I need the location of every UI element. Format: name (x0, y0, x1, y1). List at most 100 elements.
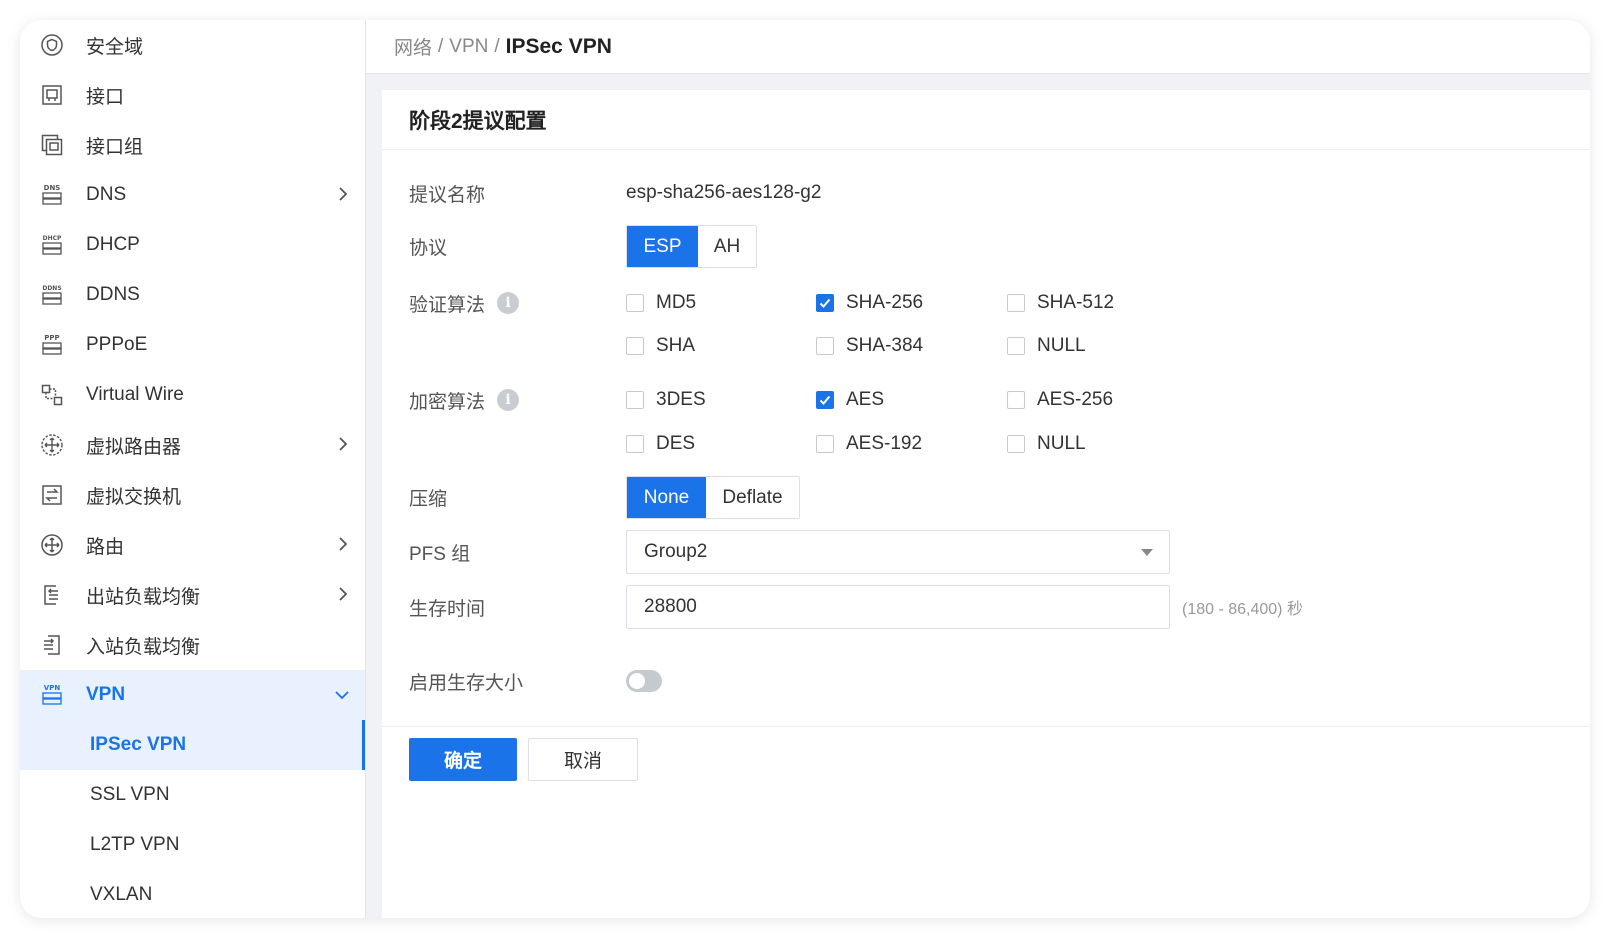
enc-checkbox-null[interactable]: NULL (1007, 433, 1086, 455)
interface-group-icon (40, 133, 64, 157)
protocol-label: 协议 (409, 238, 448, 259)
outbound-lb-icon (40, 583, 64, 607)
ddns-icon: DDNS (40, 283, 64, 307)
pfs-label: PFS 组 (409, 543, 471, 565)
breadcrumb-vpn[interactable]: VPN (449, 36, 488, 58)
sidebar: 安全域 接口 接口组 DNS DNS DHCP DHCP DDNS DDNS P… (20, 20, 366, 918)
panel-title: 阶段2提议配置 (382, 90, 1590, 150)
pfs-select-value: Group2 (644, 541, 708, 562)
sidebar-item-virtual-router[interactable]: 虚拟路由器 (20, 420, 365, 470)
enc-checkbox-aes[interactable]: AES (816, 389, 884, 411)
auth-checkbox-sha384[interactable]: SHA-384 (816, 335, 923, 357)
auth-label: 验证算法 i (409, 290, 626, 317)
sidebar-item-route[interactable]: 路由 (20, 520, 365, 570)
checkbox-box (1007, 391, 1025, 409)
sidebar-item-virtual-wire[interactable]: Virtual Wire (20, 370, 365, 420)
sidebar-subitem-label: VXLAN (90, 884, 153, 905)
enc-checkbox-aes192[interactable]: AES-192 (816, 433, 922, 455)
proposal-name-row: 提议名称 esp-sha256-aes128-g2 (409, 178, 821, 208)
auth-checkbox-sha[interactable]: SHA (626, 335, 695, 357)
enc-checkbox-aes256[interactable]: AES-256 (1007, 389, 1113, 411)
sidebar-item-interface-group[interactable]: 接口组 (20, 120, 365, 170)
protocol-option-esp[interactable]: ESP (627, 226, 698, 267)
sidebar-item-dhcp[interactable]: DHCP DHCP (20, 220, 365, 270)
encryption-label: 加密算法 i (409, 387, 626, 414)
sidebar-item-pppoe[interactable]: PPP PPPoE (20, 320, 365, 370)
lifesize-toggle[interactable] (626, 670, 662, 692)
compression-label: 压缩 (409, 489, 448, 510)
sidebar-subitem-ssl-vpn[interactable]: SSL VPN (20, 770, 365, 820)
checkbox-label: DES (656, 433, 696, 454)
auth-checkbox-md5[interactable]: MD5 (626, 292, 696, 314)
sidebar-subitem-label: IPSec VPN (90, 734, 187, 755)
enc-checkbox-3des[interactable]: 3DES (626, 389, 706, 411)
sidebar-item-label: 接口组 (86, 136, 144, 158)
lifetime-input-value: 28800 (644, 596, 697, 617)
protocol-row: 协议 ESP AH (409, 225, 757, 268)
sidebar-item-outbound-lb[interactable]: 出站负载均衡 (20, 570, 365, 620)
svg-text:VPN: VPN (44, 684, 61, 692)
virtual-wire-icon (40, 383, 64, 407)
sidebar-item-virtual-switch[interactable]: 虚拟交换机 (20, 470, 365, 520)
auth-checkbox-sha512[interactable]: SHA-512 (1007, 292, 1114, 314)
cancel-button[interactable]: 取消 (528, 738, 638, 781)
chevron-right-icon (339, 437, 348, 451)
breadcrumb-network[interactable]: 网络 (394, 33, 432, 60)
auth-checkbox-null[interactable]: NULL (1007, 335, 1086, 357)
pfs-select[interactable]: Group2 (626, 530, 1170, 574)
sidebar-subitem-label: L2TP VPN (90, 834, 180, 855)
checkbox-label: SHA-256 (846, 292, 924, 313)
sidebar-item-vpn[interactable]: VPN VPN (20, 670, 365, 720)
checkbox-box-checked (816, 294, 834, 312)
check-icon (819, 298, 831, 308)
proposal-name-label: 提议名称 (409, 184, 486, 206)
sidebar-item-label: 虚拟交换机 (86, 486, 182, 508)
shield-circle-icon (40, 33, 64, 57)
check-icon (819, 395, 831, 405)
sidebar-item-security-zone[interactable]: 安全域 (20, 20, 365, 70)
sidebar-subitem-vxlan[interactable]: VXLAN (20, 870, 365, 918)
auth-label-text: 验证算法 (409, 294, 486, 316)
sidebar-item-inbound-lb[interactable]: 入站负载均衡 (20, 620, 365, 670)
dhcp-icon: DHCP (40, 233, 64, 257)
info-icon[interactable]: i (497, 292, 520, 314)
encryption-row: 加密算法 i (409, 385, 626, 415)
auth-row: 验证算法 i (409, 288, 626, 318)
checkbox-label: 3DES (656, 389, 706, 410)
breadcrumb: 网络 / VPN / IPSec VPN (366, 20, 1590, 74)
enc-checkbox-des[interactable]: DES (626, 433, 695, 455)
sidebar-item-label: 安全域 (86, 36, 144, 58)
lifesize-row: 启用生存大小 (409, 666, 662, 696)
sidebar-item-label: DHCP (86, 234, 140, 255)
checkbox-box (626, 294, 644, 312)
checkbox-box (816, 337, 834, 355)
confirm-button[interactable]: 确定 (409, 738, 517, 781)
lifetime-hint: (180 - 86,400) 秒 (1182, 601, 1303, 618)
vpn-icon: VPN (40, 683, 64, 707)
lifetime-label: 生存时间 (409, 598, 486, 620)
sidebar-item-label: 入站负载均衡 (86, 636, 201, 658)
chevron-right-icon (339, 537, 348, 551)
compression-row: 压缩 None Deflate (409, 476, 800, 519)
sidebar-item-dns[interactable]: DNS DNS (20, 170, 365, 220)
sidebar-item-interface[interactable]: 接口 (20, 70, 365, 120)
main-content: 网络 / VPN / IPSec VPN 阶段2提议配置 提议名称 esp-sh… (366, 20, 1590, 918)
info-icon[interactable]: i (497, 389, 520, 411)
sidebar-subitem-l2tp-vpn[interactable]: L2TP VPN (20, 820, 365, 870)
protocol-option-ah[interactable]: AH (698, 226, 756, 267)
breadcrumb-separator: / (438, 35, 444, 57)
caret-down-icon (1141, 549, 1153, 556)
lifesize-label: 启用生存大小 (409, 672, 524, 694)
checkbox-label: MD5 (656, 292, 697, 313)
auth-checkbox-sha256[interactable]: SHA-256 (816, 292, 923, 314)
virtual-switch-icon (40, 483, 64, 507)
sidebar-item-label: Virtual Wire (86, 384, 184, 405)
compression-option-deflate[interactable]: Deflate (706, 477, 799, 518)
sidebar-item-ddns[interactable]: DDNS DDNS (20, 270, 365, 320)
compression-option-none[interactable]: None (627, 477, 706, 518)
checkbox-box (626, 435, 644, 453)
breadcrumb-separator: / (494, 35, 500, 57)
toggle-knob (629, 673, 645, 689)
sidebar-subitem-ipsec-vpn[interactable]: IPSec VPN (20, 720, 365, 770)
lifetime-input[interactable]: 28800 (626, 585, 1170, 629)
